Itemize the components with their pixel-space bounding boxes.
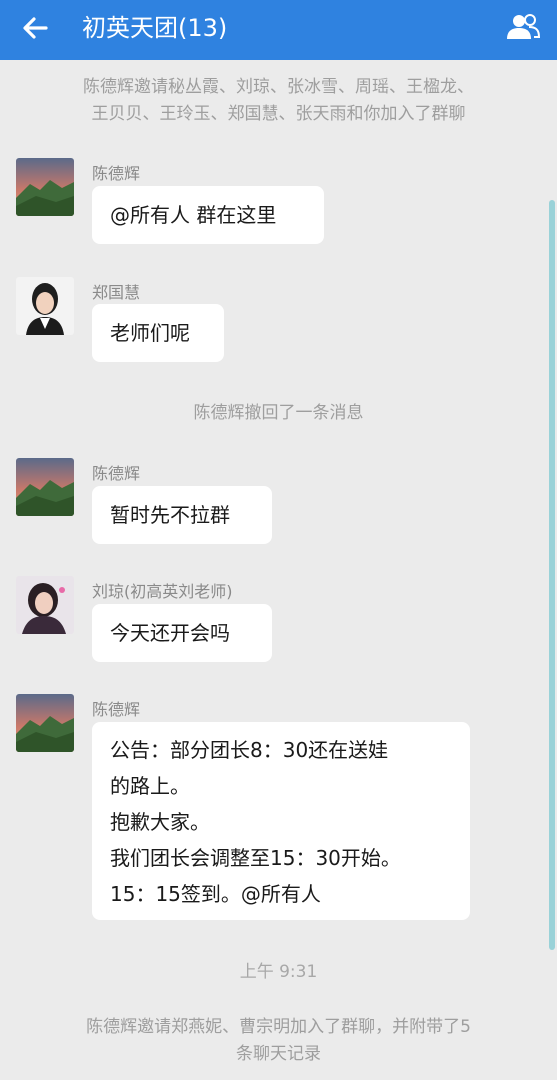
system-recall-message: 陈德辉撤回了一条消息	[193, 403, 364, 423]
sender-name: 陈德辉	[92, 464, 141, 483]
system-invite-message: 陈德辉邀请郑燕妮、曹宗明加入了群聊，并附带了5 条聊天记录	[30, 1014, 527, 1068]
message-text: @所有人 群在这里	[110, 203, 277, 227]
message-line: 公告：部分团长8：30还在送娃	[110, 738, 389, 762]
message-bubble[interactable]: 今天还开会吗	[92, 604, 272, 662]
message-line: 我们团长会调整至15：30开始。	[110, 846, 401, 870]
announcement-bubble[interactable]: 公告：部分团长8：30还在送娃 的路上。 抱歉大家。 我们团长会调整至15：30…	[92, 722, 470, 920]
message-bubble[interactable]: 老师们呢	[92, 304, 224, 362]
message-timestamp: 上午 9:31	[239, 962, 318, 982]
message-bubble[interactable]: 暂时先不拉群	[92, 486, 272, 544]
message-text: 老师们呢	[110, 321, 190, 345]
chat-header: 初英天团(13)	[0, 0, 557, 60]
sender-name: 郑国慧	[92, 283, 141, 302]
system-invite-line: 陈德辉邀请秘丛霞、刘琼、张冰雪、周瑶、王楹龙、	[83, 77, 474, 97]
back-button[interactable]	[18, 10, 54, 46]
message-line: 15：15签到。@所有人	[110, 882, 321, 906]
avatar-chen[interactable]	[16, 158, 74, 216]
back-arrow-icon	[23, 17, 48, 39]
message-line: 的路上。	[110, 774, 190, 798]
avatar-zheng[interactable]	[16, 277, 74, 335]
sender-name: 陈德辉	[92, 700, 141, 719]
message-text: 今天还开会吗	[110, 621, 230, 645]
sender-name: 刘琼(初高英刘老师)	[92, 582, 233, 601]
system-invite-line: 陈德辉邀请郑燕妮、曹宗明加入了群聊，并附带了5	[86, 1017, 471, 1037]
landscape-avatar-icon	[16, 158, 74, 216]
system-invite-line: 王贝贝、王玲玉、郑国慧、张天雨和你加入了群聊	[91, 104, 466, 124]
group-members-button[interactable]	[503, 10, 543, 46]
system-invite-line: 条聊天记录	[236, 1044, 321, 1064]
portrait-avatar-icon	[16, 277, 74, 335]
sender-name: 陈德辉	[92, 164, 141, 183]
group-members-icon	[507, 14, 541, 39]
portrait-avatar-icon	[16, 576, 74, 634]
landscape-avatar-icon	[16, 458, 74, 516]
message-line: 抱歉大家。	[110, 810, 210, 834]
avatar-liu[interactable]	[16, 576, 74, 634]
chat-scrollbar[interactable]	[549, 200, 555, 950]
message-text: 暂时先不拉群	[110, 503, 230, 527]
system-invite-message: 陈德辉邀请秘丛霞、刘琼、张冰雪、周瑶、王楹龙、 王贝贝、王玲玉、郑国慧、张天雨和…	[30, 74, 527, 128]
message-bubble[interactable]: @所有人 群在这里	[92, 186, 324, 244]
avatar-chen[interactable]	[16, 458, 74, 516]
avatar-chen[interactable]	[16, 694, 74, 752]
landscape-avatar-icon	[16, 694, 74, 752]
group-title: 初英天团(13)	[82, 14, 228, 42]
